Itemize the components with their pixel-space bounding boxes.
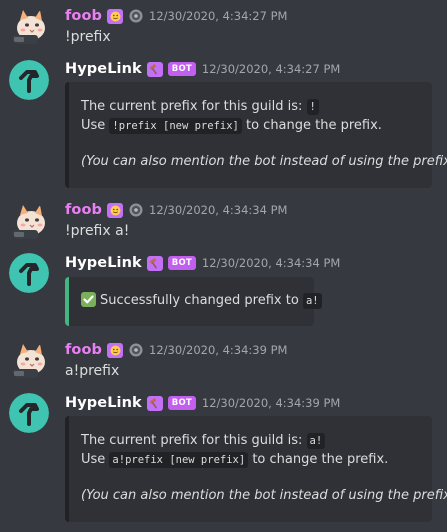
- cat-avatar-icon: [9, 203, 49, 243]
- avatar[interactable]: [9, 60, 49, 100]
- hammer-icon[interactable]: [146, 255, 163, 271]
- inline-code: !prefix [new prefix]: [109, 118, 242, 134]
- inline-code: !: [306, 99, 319, 115]
- message-4: HypeLink BOT 12/30/2020, 4:34:34 PM Succ…: [0, 250, 447, 335]
- emoji-badge-icon[interactable]: [107, 8, 124, 24]
- embed-line-usage: Use !prefix [new prefix] to change the p…: [81, 117, 382, 135]
- embed-text: The current prefix for this guild is:: [81, 433, 307, 448]
- avatar[interactable]: [9, 8, 49, 48]
- message-5: foob 12/30/2020, 4:34:39 PM a!prefix: [0, 335, 447, 390]
- embed-text: Use: [81, 118, 110, 133]
- avatar[interactable]: [9, 253, 49, 293]
- message-content: !prefix a!: [65, 223, 130, 239]
- username[interactable]: HypeLink: [65, 61, 142, 77]
- embed-note: (You can also mention the bot instead of…: [81, 488, 447, 503]
- cat-avatar-icon: [9, 342, 49, 382]
- timestamp: 12/30/2020, 4:34:27 PM: [149, 9, 288, 23]
- bot-badge: BOT: [167, 62, 196, 76]
- message-header: HypeLink BOT 12/30/2020, 4:34:27 PM: [65, 58, 340, 80]
- avatar[interactable]: [9, 393, 49, 433]
- disc-icon[interactable]: [129, 9, 143, 23]
- embed-text: Use: [81, 452, 110, 467]
- embed-line-success: Successfully changed prefix to a!: [81, 292, 322, 310]
- hypelink-avatar-icon: [9, 253, 49, 293]
- bot-badge: BOT: [167, 396, 196, 410]
- message-header: HypeLink BOT 12/30/2020, 4:34:39 PM: [65, 392, 340, 414]
- timestamp: 12/30/2020, 4:34:34 PM: [201, 256, 341, 270]
- message-2: HypeLink BOT 12/30/2020, 4:34:27 PM The …: [0, 55, 447, 195]
- inline-code: a!prefix [new prefix]: [109, 452, 249, 468]
- message-content: a!prefix: [65, 363, 120, 379]
- embed-line-current-prefix: The current prefix for this guild is: !: [81, 98, 319, 116]
- embed-text: to change the prefix.: [241, 118, 382, 133]
- cat-avatar-icon: [9, 8, 49, 48]
- message-header: foob 12/30/2020, 4:34:39 PM: [65, 339, 287, 361]
- username[interactable]: HypeLink: [65, 255, 142, 271]
- avatar[interactable]: [9, 342, 49, 382]
- hypelink-avatar-icon: [9, 60, 49, 100]
- check-mark-icon: [81, 292, 96, 307]
- message-3: foob 12/30/2020, 4:34:34 PM !prefix a!: [0, 195, 447, 250]
- avatar[interactable]: [9, 203, 49, 243]
- disc-icon[interactable]: [129, 203, 143, 217]
- embed-note: (You can also mention the bot instead of…: [81, 154, 447, 169]
- embed-line-usage: Use a!prefix [new prefix] to change the …: [81, 451, 388, 469]
- message-header: foob 12/30/2020, 4:34:27 PM: [65, 5, 287, 27]
- emoji-badge-icon[interactable]: [107, 342, 124, 358]
- embed-text: Successfully changed prefix to: [100, 293, 303, 308]
- embed-text: The current prefix for this guild is:: [81, 99, 307, 114]
- embed-line-current-prefix: The current prefix for this guild is: a!: [81, 432, 326, 450]
- disc-icon[interactable]: [129, 343, 143, 357]
- hammer-icon[interactable]: [146, 61, 163, 77]
- username[interactable]: foob: [65, 202, 102, 218]
- message-header: foob 12/30/2020, 4:34:34 PM: [65, 199, 287, 221]
- inline-code: a!: [306, 433, 326, 449]
- message-6: HypeLink BOT 12/30/2020, 4:34:39 PM The …: [0, 390, 447, 532]
- username[interactable]: foob: [65, 8, 102, 24]
- message-1: foob 12/30/2020, 4:34:27 PM !prefix: [0, 0, 447, 55]
- bot-badge: BOT: [167, 256, 196, 270]
- emoji-badge-icon[interactable]: [107, 202, 124, 218]
- success-embed: Successfully changed prefix to a!: [65, 277, 322, 326]
- embed: The current prefix for this guild is: ! …: [65, 82, 447, 188]
- timestamp: 12/30/2020, 4:34:34 PM: [149, 203, 288, 217]
- embed-text: to change the prefix.: [248, 452, 389, 467]
- timestamp: 12/30/2020, 4:34:27 PM: [201, 62, 341, 76]
- timestamp: 12/30/2020, 4:34:39 PM: [149, 343, 288, 357]
- hypelink-avatar-icon: [9, 393, 49, 433]
- message-header: HypeLink BOT 12/30/2020, 4:34:34 PM: [65, 252, 340, 274]
- embed: The current prefix for this guild is: a!…: [65, 416, 447, 522]
- message-content: !prefix: [65, 29, 111, 45]
- username[interactable]: foob: [65, 342, 102, 358]
- username[interactable]: HypeLink: [65, 395, 142, 411]
- hammer-icon[interactable]: [146, 395, 163, 411]
- inline-code: a!: [302, 293, 322, 309]
- timestamp: 12/30/2020, 4:34:39 PM: [201, 396, 341, 410]
